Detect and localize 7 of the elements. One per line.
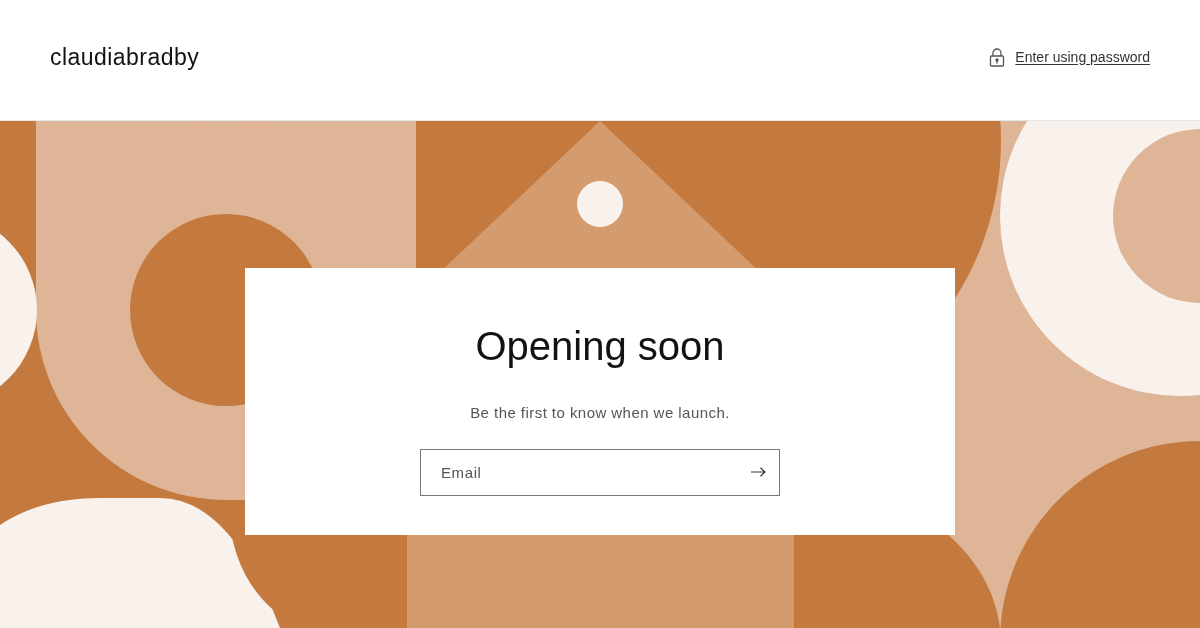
email-field[interactable]: Email <box>420 448 780 496</box>
heading: Opening soon <box>475 323 725 370</box>
subtext: Be the first to know when we launch. <box>470 403 730 423</box>
password-link[interactable]: Enter using password <box>1015 46 1150 68</box>
store-name[interactable]: claudiabradby <box>50 39 200 75</box>
lock-icon <box>989 47 1006 67</box>
arrow-icon <box>750 466 766 477</box>
